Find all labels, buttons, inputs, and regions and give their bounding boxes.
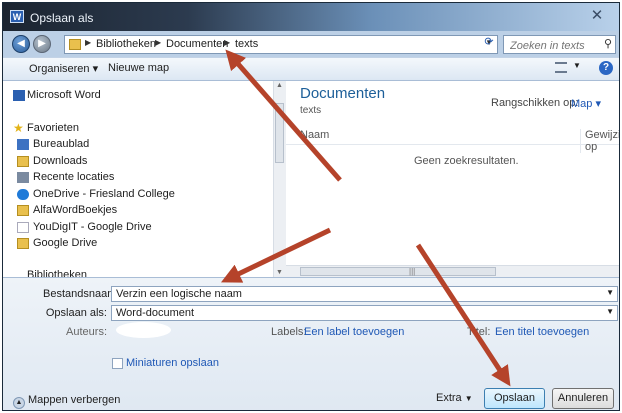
chevron-right-icon[interactable]: ▶ (155, 38, 161, 47)
column-header-name[interactable]: Naam (300, 129, 329, 141)
authors-field[interactable] (116, 322, 171, 338)
hide-folders-label: Mappen verbergen (28, 394, 121, 406)
sidebar-item-label: AlfaWordBoekjes (33, 204, 118, 216)
sidebar-item-onedrive[interactable]: OneDrive - Friesland College (17, 188, 175, 200)
address-row: ◀ ▶ ▶ Bibliotheken ▶ Documenten ▶ texts … (3, 31, 619, 57)
document-icon (17, 222, 29, 233)
sidebar-item-bureaublad[interactable]: Bureaublad (17, 138, 90, 150)
recent-places-icon (17, 172, 29, 183)
close-button[interactable]: ✕ (584, 7, 610, 25)
sidebar-item-downloads[interactable]: Downloads (17, 155, 88, 167)
column-header-modified[interactable]: Gewijzigd op (580, 129, 619, 153)
save-type-value: Word-document (116, 307, 195, 319)
sidebar-item-youdigit[interactable]: YouDigIT - Google Drive (17, 221, 152, 233)
folder-icon (17, 238, 29, 249)
new-folder-button[interactable]: Nieuwe map (108, 62, 169, 74)
sidebar-item-label: YouDigIT - Google Drive (33, 221, 152, 233)
navigation-pane: Microsoft Word ★ Favorieten Bureaublad D… (3, 81, 273, 277)
nav-item-microsoft-word[interactable]: Microsoft Word (13, 89, 101, 101)
command-bar: Organiseren ▾ Nieuwe map ▼ ? (3, 57, 619, 81)
library-subtitle: texts (300, 105, 322, 116)
labels-label: Labels: (271, 326, 307, 338)
save-button[interactable]: Opslaan (484, 388, 545, 409)
chevron-down-icon[interactable]: ▼ (606, 307, 614, 316)
folder-icon (69, 39, 81, 50)
folder-icon (17, 205, 29, 216)
refresh-icon[interactable]: ⟳ (481, 35, 497, 52)
help-icon[interactable]: ? (599, 61, 613, 75)
thumbnails-checkbox[interactable] (112, 358, 123, 369)
tools-label: Extra (436, 392, 462, 404)
arrange-by-label: Rangschikken op: (491, 97, 579, 109)
save-form: Bestandsnaam: Verzin een logische naam ▼… (3, 277, 619, 410)
nav-header-label: Favorieten (27, 122, 79, 134)
authors-label: Auteurs: (66, 326, 107, 338)
back-button[interactable]: ◀ (12, 35, 30, 53)
arrange-by-dropdown[interactable]: Map ▾ (571, 97, 601, 110)
downloads-folder-icon (17, 156, 29, 167)
collapse-icon: ▲ (13, 397, 25, 409)
nav-header-label: Bibliotheken (27, 269, 87, 277)
sidebar-item-alfawordboekjes[interactable]: AlfaWordBoekjes (17, 204, 118, 216)
library-title: Documenten (300, 85, 386, 102)
save-type-select[interactable]: Word-document ▼ (111, 305, 618, 321)
word-app-icon: W (10, 10, 24, 23)
nav-libraries-header[interactable]: Bibliotheken (27, 269, 87, 277)
breadcrumb-documenten[interactable]: Documenten (166, 38, 228, 50)
column-headers: Naam Gewijzigd op (286, 126, 619, 153)
sidebar-item-label: Bureaublad (33, 138, 90, 150)
search-input[interactable] (508, 37, 602, 54)
title-label: Titel: (467, 326, 491, 338)
scrollbar-thumb[interactable]: ||| (300, 267, 496, 276)
navigation-scrollbar[interactable]: ▲ ▼ (273, 81, 286, 277)
nav-item-label: Microsoft Word (27, 89, 101, 101)
save-as-dialog: W Opslaan als ✕ ◀ ▶ ▶ Bibliotheken ▶ Doc… (2, 2, 620, 411)
filename-label: Bestandsnaam: (43, 288, 120, 300)
tools-menu[interactable]: Extra ▼ (436, 392, 473, 404)
scroll-down-icon[interactable]: ▼ (276, 269, 283, 276)
desktop-icon (17, 139, 29, 150)
empty-results-message: Geen zoekresultaten. (414, 155, 519, 167)
cancel-button[interactable]: Annuleren (552, 388, 614, 409)
star-icon: ★ (13, 121, 24, 135)
add-label-link[interactable]: Een label toevoegen (304, 326, 404, 338)
sidebar-item-google-drive[interactable]: Google Drive (17, 237, 98, 249)
view-options-icon[interactable] (555, 62, 567, 73)
chevron-down-icon[interactable]: ▼ (606, 288, 614, 297)
forward-button[interactable]: ▶ (33, 35, 51, 53)
word-icon (13, 90, 25, 101)
address-bar[interactable]: ▶ Bibliotheken ▶ Documenten ▶ texts ▼ (64, 35, 498, 54)
chevron-right-icon[interactable]: ▶ (224, 38, 230, 47)
filename-value: Verzin een logische naam (116, 288, 242, 300)
sidebar-item-recente-locaties[interactable]: Recente locaties (17, 171, 115, 183)
sidebar-item-label: Downloads (33, 155, 88, 167)
grip-icon: ||| (409, 267, 416, 276)
view-dropdown-icon[interactable]: ▼ (573, 61, 581, 70)
hide-folders-button[interactable]: ▲ Mappen verbergen (13, 394, 120, 409)
cloud-icon (17, 189, 29, 200)
sidebar-item-label: Recente locaties (33, 171, 115, 183)
search-box[interactable]: ⚲ (503, 35, 616, 54)
organize-button[interactable]: Organiseren ▾ (29, 62, 98, 75)
file-list-pane: Documenten texts Rangschikken op: Map ▾ … (286, 81, 619, 265)
sidebar-item-label: OneDrive - Friesland College (33, 188, 175, 200)
chevron-down-icon: ▼ (464, 394, 473, 403)
window-title: Opslaan als (30, 11, 94, 25)
sidebar-item-label: Google Drive (33, 237, 98, 249)
save-type-label: Opslaan als: (45, 307, 107, 319)
search-icon[interactable]: ⚲ (604, 37, 612, 50)
title-bar: W Opslaan als ✕ (3, 3, 619, 31)
breadcrumb-texts[interactable]: texts (235, 38, 258, 50)
scrollbar-thumb[interactable] (275, 103, 284, 163)
scroll-up-icon[interactable]: ▲ (276, 82, 283, 89)
add-title-link[interactable]: Een titel toevoegen (495, 326, 589, 338)
thumbnails-label[interactable]: Miniaturen opslaan (126, 357, 219, 369)
chevron-right-icon[interactable]: ▶ (85, 38, 91, 47)
breadcrumb-bibliotheken[interactable]: Bibliotheken (96, 38, 156, 50)
filename-input[interactable]: Verzin een logische naam ▼ (111, 286, 618, 302)
nav-favorites-header[interactable]: ★ Favorieten (13, 122, 79, 134)
